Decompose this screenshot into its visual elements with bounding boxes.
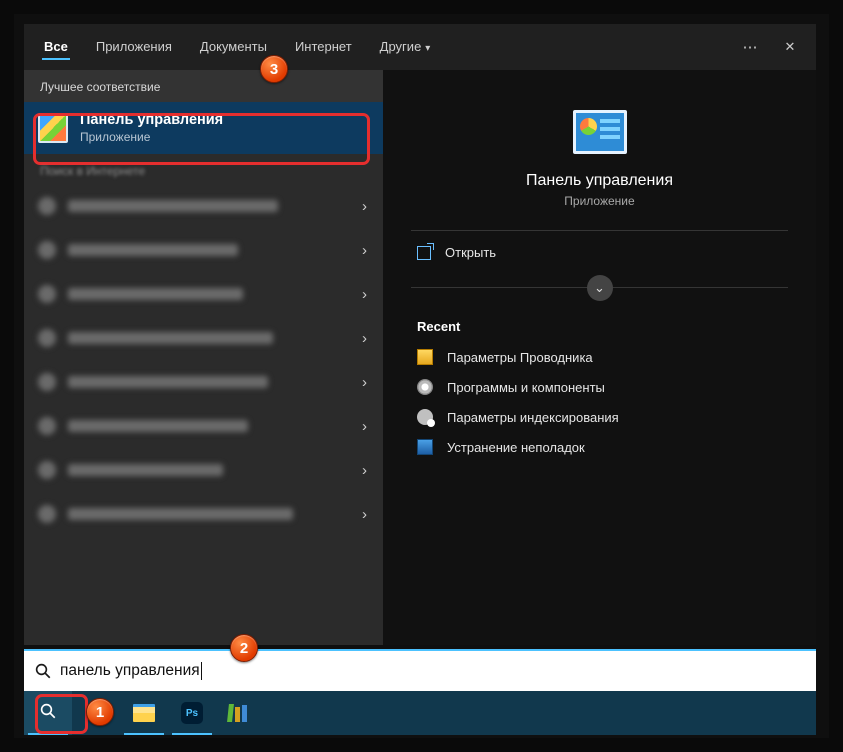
recent-item-label: Устранение неполадок (447, 440, 585, 455)
taskbar: Ps (24, 691, 816, 735)
tab-web[interactable]: Интернет (281, 29, 366, 66)
tab-more-label: Другие (380, 39, 422, 54)
search-icon (38, 241, 56, 259)
search-icon (39, 702, 57, 725)
recent-item-label: Параметры индексирования (447, 410, 619, 425)
web-result-item[interactable]: › (24, 404, 383, 448)
recent-heading: Recent (411, 301, 788, 342)
recent-item[interactable]: Параметры Проводника (411, 342, 788, 372)
troubleshoot-icon (417, 439, 433, 455)
search-icon (38, 417, 56, 435)
web-result-item[interactable]: › (24, 184, 383, 228)
search-input[interactable]: панель управления (24, 649, 816, 691)
search-icon (38, 329, 56, 347)
taskbar-search-button[interactable] (24, 691, 72, 735)
chevron-right-icon: › (362, 242, 367, 259)
search-panel: Все Приложения Документы Интернет Другие… (24, 24, 816, 645)
chevron-down-icon: ⌄ (594, 280, 605, 296)
open-action[interactable]: Открыть (411, 231, 788, 275)
recent-item-label: Параметры Проводника (447, 350, 593, 365)
web-result-label (68, 200, 278, 212)
control-panel-icon (573, 110, 627, 154)
photoshop-icon: Ps (181, 702, 203, 724)
indexing-icon (417, 409, 433, 425)
section-web-search: Поиск в Интернете (24, 154, 383, 184)
expand-button[interactable]: ⌄ (587, 275, 613, 301)
programs-icon (417, 379, 433, 395)
taskbar-spacer (72, 691, 120, 735)
web-result-label (68, 376, 268, 388)
chevron-right-icon: › (362, 462, 367, 479)
section-best-match: Лучшее соответствие (24, 70, 383, 102)
open-icon (417, 246, 431, 260)
recent-item[interactable]: Параметры индексирования (411, 402, 788, 432)
close-icon[interactable]: ✕ (770, 24, 810, 70)
tab-all[interactable]: Все (30, 29, 82, 66)
web-result-label (68, 332, 273, 344)
text-cursor (201, 662, 202, 680)
chevron-right-icon: › (362, 330, 367, 347)
chevron-right-icon: › (362, 374, 367, 391)
recent-item[interactable]: Программы и компоненты (411, 372, 788, 402)
best-match-subtitle: Приложение (80, 130, 223, 144)
web-result-label (68, 420, 248, 432)
control-panel-icon (38, 113, 68, 143)
web-result-label (68, 464, 223, 476)
tab-docs[interactable]: Документы (186, 29, 281, 66)
chevron-right-icon: › (362, 418, 367, 435)
recent-item-label: Программы и компоненты (447, 380, 605, 395)
chevron-right-icon: › (362, 506, 367, 523)
web-result-label (68, 244, 238, 256)
chevron-down-icon: ▾ (425, 43, 430, 54)
recent-item[interactable]: Устранение неполадок (411, 432, 788, 462)
taskbar-books-button[interactable] (216, 691, 264, 735)
search-icon (38, 197, 56, 215)
preview-column: Панель управления Приложение Открыть ⌄ R… (383, 70, 816, 645)
web-result-item[interactable]: › (24, 316, 383, 360)
window-frame: Все Приложения Документы Интернет Другие… (14, 14, 829, 738)
results-column: Лучшее соответствие Панель управления Пр… (24, 70, 383, 645)
search-icon (38, 373, 56, 391)
preview-title: Панель управления (411, 172, 788, 190)
best-match-item[interactable]: Панель управления Приложение (24, 102, 383, 154)
open-label: Открыть (445, 245, 496, 260)
folder-options-icon (417, 349, 433, 365)
web-result-label (68, 508, 293, 520)
books-icon (228, 704, 252, 722)
chevron-right-icon: › (362, 198, 367, 215)
preview-subtitle: Приложение (411, 194, 788, 208)
search-value: панель управления (60, 662, 200, 680)
search-icon (34, 662, 52, 680)
web-result-item[interactable]: › (24, 492, 383, 536)
search-icon (38, 461, 56, 479)
preview-hero: Панель управления Приложение (411, 70, 788, 208)
chevron-right-icon: › (362, 286, 367, 303)
tab-more[interactable]: Другие▾ (366, 29, 445, 66)
web-result-item[interactable]: › (24, 228, 383, 272)
taskbar-explorer-button[interactable] (120, 691, 168, 735)
tab-apps[interactable]: Приложения (82, 29, 186, 66)
expand-separator: ⌄ (411, 275, 788, 301)
web-result-item[interactable]: › (24, 448, 383, 492)
file-explorer-icon (133, 704, 155, 722)
search-icon (38, 505, 56, 523)
web-result-item[interactable]: › (24, 360, 383, 404)
taskbar-photoshop-button[interactable]: Ps (168, 691, 216, 735)
filter-tabs: Все Приложения Документы Интернет Другие… (24, 24, 816, 70)
web-result-item[interactable]: › (24, 272, 383, 316)
web-result-label (68, 288, 243, 300)
more-options-icon[interactable]: ⋯ (730, 24, 770, 70)
search-icon (38, 285, 56, 303)
best-match-title: Панель управления (80, 112, 223, 128)
